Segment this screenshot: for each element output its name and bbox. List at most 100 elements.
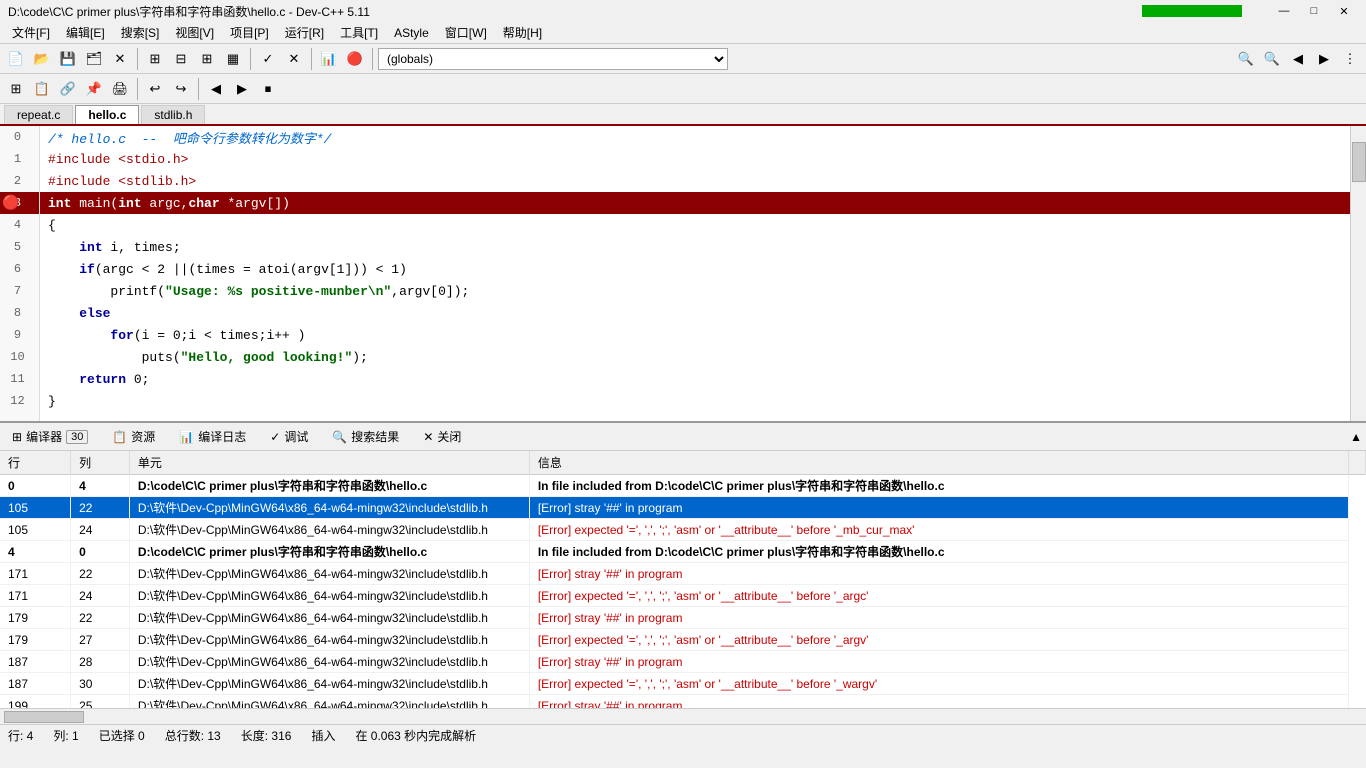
close-file-btn[interactable]: ✕ — [108, 47, 132, 71]
nav2-btn[interactable]: ▶ — [1312, 47, 1336, 71]
code-line-11: return 0; — [40, 368, 1350, 390]
col-unit: 单元 — [129, 451, 529, 475]
table-row[interactable]: 17124D:\软件\Dev-Cpp\MinGW64\x86_64-w64-mi… — [0, 585, 1366, 607]
table-row[interactable]: 40D:\code\C\C primer plus\字符串和字符串函数\hell… — [0, 541, 1366, 563]
btab-search[interactable]: 🔍 搜索结果 — [324, 426, 407, 447]
compile-btn[interactable]: ✓ — [256, 47, 280, 71]
col-col: 列 — [71, 451, 130, 475]
search2-btn[interactable]: 🔍 — [1260, 47, 1284, 71]
table-row[interactable]: 19925D:\软件\Dev-Cpp\MinGW64\x86_64-w64-mi… — [0, 695, 1366, 709]
compile-run-btn[interactable]: ✕ — [282, 47, 306, 71]
ln-11: 11 — [0, 368, 39, 390]
table-row[interactable]: 17927D:\软件\Dev-Cpp\MinGW64\x86_64-w64-mi… — [0, 629, 1366, 651]
search-btn[interactable]: 🔍 — [1234, 47, 1258, 71]
menu-item-运行R[interactable]: 运行[R] — [277, 22, 332, 43]
status-insert: 插入 — [311, 727, 335, 744]
search-result-label: 搜索结果 — [351, 428, 399, 445]
ln-10: 10 — [0, 346, 39, 368]
debug-icon: ✓ — [270, 430, 280, 444]
save-all-btn[interactable]: 🗂 — [82, 47, 106, 71]
window-controls: — □ ✕ — [1270, 2, 1358, 20]
menu-item-编辑E[interactable]: 编辑[E] — [58, 22, 113, 43]
tab-repeat[interactable]: repeat.c — [4, 105, 73, 124]
maximize-button[interactable]: □ — [1300, 2, 1328, 20]
minimize-button[interactable]: — — [1270, 2, 1298, 20]
brace-close: } — [48, 394, 56, 409]
save-btn[interactable]: 💾 — [56, 47, 80, 71]
menu-item-项目P[interactable]: 项目[P] — [222, 22, 277, 43]
undo-btn[interactable]: ↩ — [143, 77, 167, 101]
nav-left-btn[interactable]: ◀ — [204, 77, 228, 101]
editor-scroll-thumb[interactable] — [1352, 142, 1366, 182]
menu-item-搜索S[interactable]: 搜索[S] — [113, 22, 168, 43]
chart-btn[interactable]: 📊 — [317, 47, 341, 71]
menu-item-窗口W[interactable]: 窗口[W] — [437, 22, 495, 43]
tb2-btn5[interactable]: 🖨 — [108, 77, 132, 101]
line-numbers: 0 1 2 🔴 3 4 5 6 7 8 9 10 11 12 — [0, 126, 40, 421]
code-line-12: } — [40, 390, 1350, 412]
btab-resource[interactable]: 📋 资源 — [104, 426, 163, 447]
extra-btn[interactable]: ⋮ — [1338, 47, 1362, 71]
tb2-btn2[interactable]: 📋 — [30, 77, 54, 101]
puts-stmt: puts("Hello, good looking!"); — [48, 350, 368, 365]
table-row[interactable]: 17122D:\软件\Dev-Cpp\MinGW64\x86_64-w64-mi… — [0, 563, 1366, 585]
sep2 — [250, 48, 251, 70]
close-button[interactable]: ✕ — [1330, 2, 1358, 20]
sep3 — [311, 48, 312, 70]
nav-right-btn[interactable]: ▶ — [230, 77, 254, 101]
code-line-2: #include <stdlib.h> — [40, 170, 1350, 192]
main-sig: int main(int argc,char *argv[]) — [48, 196, 290, 211]
table-row[interactable]: 04D:\code\C\C primer plus\字符串和字符串函数\hell… — [0, 475, 1366, 497]
nav-stop-btn[interactable]: ⏹ — [256, 77, 280, 101]
grid-btn[interactable]: ▦ — [221, 47, 245, 71]
btab-compile-log[interactable]: 📊 编译日志 — [171, 426, 254, 447]
editor-scrollbar-v[interactable] — [1350, 126, 1366, 421]
bottom-panel: ⊞ 编译器 30 📋 资源 📊 编译日志 ✓ 调试 🔍 搜索结果 ✕ 关闭 ▲ — [0, 421, 1366, 724]
h-scroll-thumb[interactable] — [4, 711, 84, 723]
printf-stmt: printf("Usage: %s positive-munber\n",arg… — [48, 284, 469, 299]
error-table[interactable]: 行 列 单元 信息 04D:\code\C\C primer plus\字符串和… — [0, 451, 1366, 708]
table-row[interactable]: 10524D:\软件\Dev-Cpp\MinGW64\x86_64-w64-mi… — [0, 519, 1366, 541]
var-decl: int i, times; — [48, 240, 181, 255]
editor-area: 0 1 2 🔴 3 4 5 6 7 8 9 10 11 12 /* hello.… — [0, 126, 1366, 421]
redo-btn[interactable]: ↪ — [169, 77, 193, 101]
menu-item-AStyle[interactable]: AStyle — [386, 24, 437, 42]
pp2: #include <stdlib.h> — [48, 174, 196, 189]
options-btn[interactable]: ⊟ — [169, 47, 193, 71]
sep1 — [137, 48, 138, 70]
code-area[interactable]: /* hello.c -- 吧命令行参数转化为数字*/ #include <st… — [40, 126, 1350, 421]
brace-open: { — [48, 218, 56, 233]
menu-item-视图V[interactable]: 视图[V] — [167, 22, 222, 43]
tb2-btn3[interactable]: 🔗 — [56, 77, 80, 101]
menu-item-工具T[interactable]: 工具[T] — [332, 22, 386, 43]
status-total-lines: 总行数: 13 — [165, 727, 221, 744]
pp1: #include <stdio.h> — [48, 152, 188, 167]
btab-compiler[interactable]: ⊞ 编译器 30 — [4, 426, 96, 447]
toolbar1: 📄 📂 💾 🗂 ✕ ⊞ ⊟ ⊞ ▦ ✓ ✕ 📊 🔴 (globals) 🔍 🔍 … — [0, 44, 1366, 74]
tb2-btn4[interactable]: 📌 — [82, 77, 106, 101]
nav-btn[interactable]: ◀ — [1286, 47, 1310, 71]
form-btn[interactable]: ⊞ — [195, 47, 219, 71]
table-row[interactable]: 18730D:\软件\Dev-Cpp\MinGW64\x86_64-w64-mi… — [0, 673, 1366, 695]
menu-bar: 文件[F]编辑[E]搜索[S]视图[V]项目[P]运行[R]工具[T]AStyl… — [0, 22, 1366, 44]
btab-close[interactable]: ✕ 关闭 — [415, 426, 469, 447]
btab-debug[interactable]: ✓ 调试 — [262, 426, 316, 447]
table-row[interactable]: 17922D:\软件\Dev-Cpp\MinGW64\x86_64-w64-mi… — [0, 607, 1366, 629]
tab-stdlib[interactable]: stdlib.h — [141, 105, 205, 124]
open-btn[interactable]: 📂 — [30, 47, 54, 71]
comment-text: /* hello.c -- 吧命令行参数转化为数字*/ — [48, 128, 331, 147]
tab-hello[interactable]: hello.c — [75, 105, 139, 124]
menu-item-帮助H[interactable]: 帮助[H] — [495, 22, 550, 43]
code-line-6: if(argc < 2 ||(times = atoi(argv[1])) < … — [40, 258, 1350, 280]
table-row[interactable]: 18728D:\软件\Dev-Cpp\MinGW64\x86_64-w64-mi… — [0, 651, 1366, 673]
table-row[interactable]: 10522D:\软件\Dev-Cpp\MinGW64\x86_64-w64-mi… — [0, 497, 1366, 519]
table-scrollbar-h[interactable] — [0, 708, 1366, 724]
menu-item-文件F[interactable]: 文件[F] — [4, 22, 58, 43]
tb2-btn1[interactable]: ⊞ — [4, 77, 28, 101]
scroll-up-btn[interactable]: ▲ — [1350, 430, 1362, 444]
new-btn[interactable]: 📄 — [4, 47, 28, 71]
ln-0: 0 — [0, 126, 39, 148]
scope-dropdown[interactable]: (globals) — [378, 48, 728, 70]
properties-btn[interactable]: ⊞ — [143, 47, 167, 71]
red-btn[interactable]: 🔴 — [343, 47, 367, 71]
